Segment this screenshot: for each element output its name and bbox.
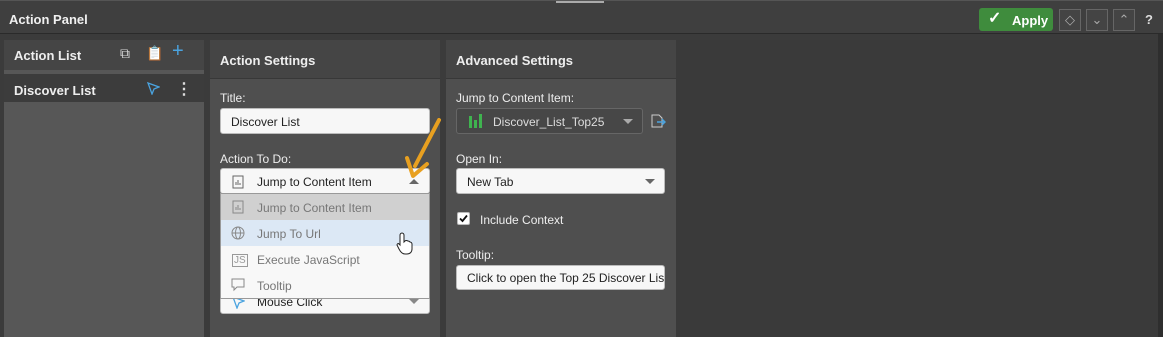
check-icon: ✓ — [988, 10, 1002, 27]
tooltip-input[interactable]: Click to open the Top 25 Discover Lis — [456, 265, 665, 290]
dropdown-option[interactable]: Tooltip — [221, 272, 429, 298]
action-select[interactable]: Jump to Content Item — [220, 168, 430, 194]
apply-button[interactable]: ✓ Apply — [979, 8, 1053, 31]
drag-handle[interactable] — [556, 1, 604, 3]
action-list-panel: Action List ⧉ 📋 + Discover List ⋮ — [4, 40, 204, 337]
action-select-value: Jump to Content Item — [257, 175, 372, 189]
check-icon — [459, 214, 468, 223]
panel-title: Action Panel — [9, 12, 88, 27]
option-label: Jump To Url — [257, 227, 321, 241]
tooltip-label: Tooltip: — [456, 248, 495, 262]
chevron-down-icon[interactable]: ⌄ — [1086, 9, 1108, 31]
tooltip-icon — [231, 278, 245, 292]
option-label: Execute JavaScript — [257, 253, 360, 267]
title-input[interactable]: Discover List — [220, 108, 430, 134]
caret-down-icon — [623, 119, 633, 124]
option-label: Jump to Content Item — [257, 201, 372, 215]
annotation-arrow — [405, 118, 441, 178]
include-context-label: Include Context — [480, 213, 564, 227]
more-icon[interactable]: ⋮ — [176, 79, 192, 99]
copy-icon[interactable]: ⧉ — [120, 45, 130, 62]
js-icon: JS — [232, 254, 248, 267]
globe-icon — [231, 226, 245, 240]
action-list-header: Action List ⧉ 📋 + — [4, 40, 204, 70]
title-bar: Action Panel ✓ Apply ◇ ⌄ ⌃ ? — [0, 0, 1163, 34]
action-list-title: Action List — [14, 48, 82, 63]
empty-area — [676, 40, 1158, 337]
open-in-select[interactable]: New Tab — [456, 168, 665, 194]
help-icon[interactable]: ? — [1145, 12, 1153, 27]
bar-chart-icon — [469, 114, 482, 128]
apply-label: Apply — [1012, 13, 1049, 28]
title-label: Title: — [220, 91, 246, 105]
open-in-value: New Tab — [467, 175, 514, 189]
advanced-settings-title: Advanced Settings — [456, 53, 574, 68]
chart-doc-icon — [232, 175, 244, 189]
dropdown-option[interactable]: Jump to Content Item — [221, 194, 429, 220]
hand-cursor-icon — [396, 232, 413, 255]
diamond-icon[interactable]: ◇ — [1059, 9, 1081, 31]
list-item-label: Discover List — [14, 83, 96, 98]
right-edge — [1158, 34, 1163, 337]
open-item-icon[interactable] — [650, 113, 666, 129]
chart-doc-icon — [232, 200, 244, 214]
chevron-up-icon[interactable]: ⌃ — [1113, 9, 1135, 31]
tooltip-input-value: Click to open the Top 25 Discover Lis — [467, 271, 665, 285]
caret-down-icon — [645, 179, 655, 184]
action-to-do-label: Action To Do: — [220, 152, 292, 166]
paste-icon[interactable]: 📋 — [146, 45, 163, 62]
option-label: Tooltip — [257, 279, 292, 293]
jump-to-label: Jump to Content Item: — [456, 91, 575, 105]
jump-to-select[interactable]: Discover_List_Top25 — [456, 108, 643, 134]
add-icon[interactable]: + — [172, 40, 184, 63]
open-in-label: Open In: — [456, 152, 503, 166]
caret-down-icon — [409, 299, 419, 304]
action-settings-title: Action Settings — [220, 53, 316, 68]
jump-to-value: Discover_List_Top25 — [493, 115, 605, 129]
list-item[interactable]: Discover List ⋮ — [4, 74, 204, 102]
cursor-icon — [146, 81, 160, 95]
title-input-value: Discover List — [231, 115, 300, 129]
include-context-checkbox[interactable] — [457, 212, 470, 225]
